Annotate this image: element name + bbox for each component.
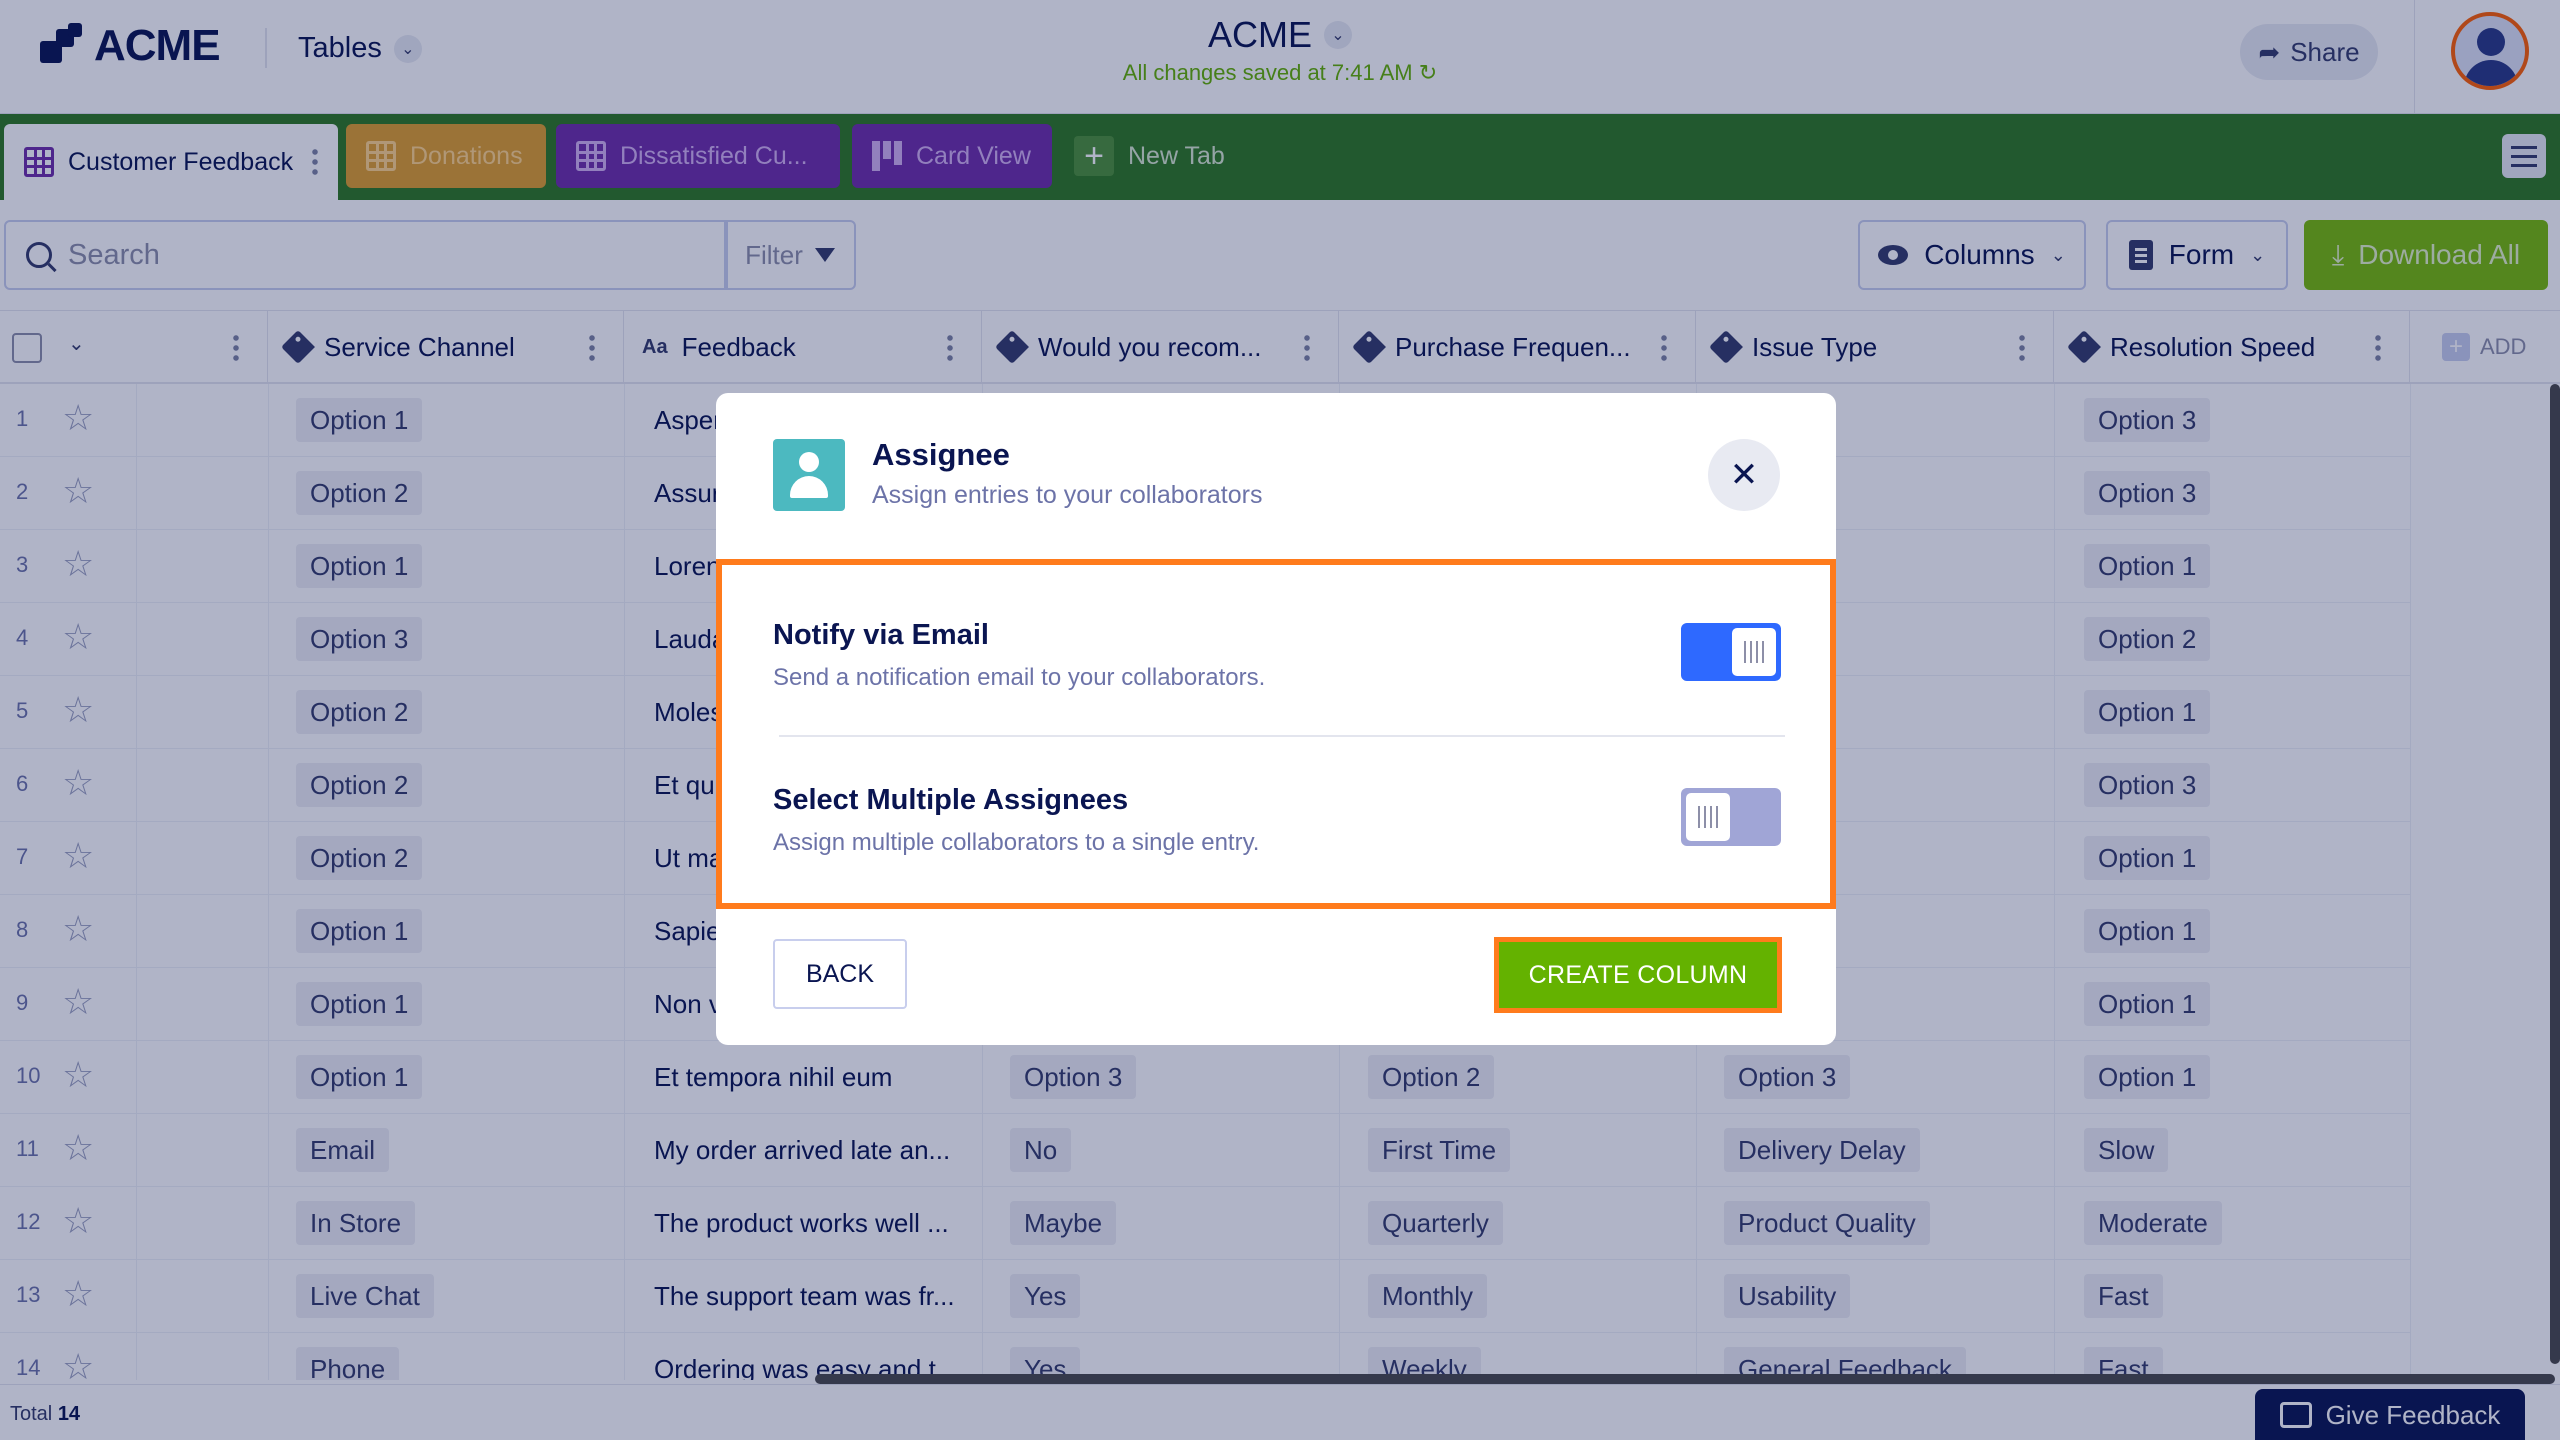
notify-via-email-toggle[interactable] xyxy=(1681,623,1781,681)
user-icon-body xyxy=(790,476,828,498)
options-divider xyxy=(779,735,1785,737)
modal-options-panel: Notify via Email Send a notification ema… xyxy=(716,559,1836,909)
option-description: Assign multiple collaborators to a singl… xyxy=(773,829,1260,856)
user-icon xyxy=(773,439,845,511)
user-icon-head xyxy=(799,452,819,472)
back-button[interactable]: BACK xyxy=(773,939,907,1009)
toggle-knob xyxy=(1686,793,1730,841)
toggle-knob xyxy=(1732,628,1776,676)
option-title: Notify via Email xyxy=(773,619,989,651)
notify-via-email-option: Notify via Email Send a notification ema… xyxy=(773,619,1783,692)
close-button[interactable]: ✕ xyxy=(1708,439,1780,511)
close-icon: ✕ xyxy=(1729,456,1759,494)
assignee-modal: Assignee Assign entries to your collabor… xyxy=(716,393,1836,1045)
modal-header: Assignee Assign entries to your collabor… xyxy=(716,393,1836,559)
modal-subtitle: Assign entries to your collaborators xyxy=(872,481,1263,509)
modal-footer: BACK CREATE COLUMN xyxy=(716,909,1836,1045)
option-title: Select Multiple Assignees xyxy=(773,784,1129,816)
select-multiple-assignees-toggle[interactable] xyxy=(1681,788,1781,846)
option-description: Send a notification email to your collab… xyxy=(773,664,1266,691)
create-column-button[interactable]: CREATE COLUMN xyxy=(1494,937,1782,1013)
modal-title: Assignee xyxy=(872,437,1010,472)
select-multiple-assignees-option: Select Multiple Assignees Assign multipl… xyxy=(773,784,1783,857)
